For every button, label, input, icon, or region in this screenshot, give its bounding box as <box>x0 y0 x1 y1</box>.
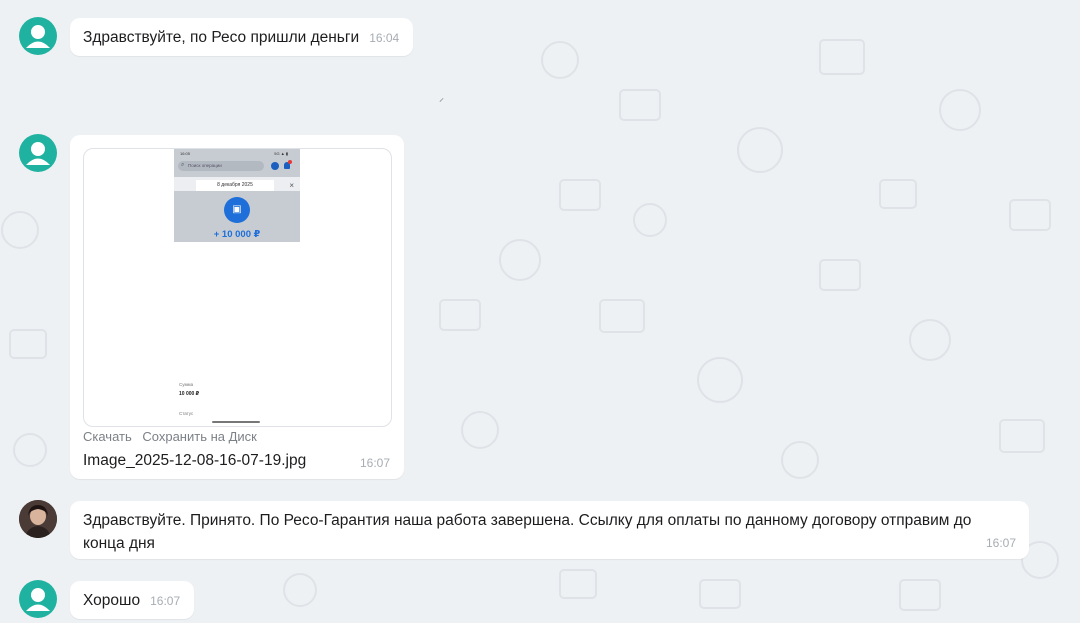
preview-status-time: 16:05 <box>180 151 191 156</box>
contact-avatar[interactable] <box>19 17 57 55</box>
user-silhouette-icon <box>26 142 50 165</box>
message-time: 16:07 <box>359 456 390 470</box>
preview-status-icons: 5G ▲ ▮ <box>274 151 288 156</box>
stray-mark: ⸝ <box>439 93 444 104</box>
image-preview[interactable]: 16:05 5G ▲ ▮ Поиск операции ⌕ 8 декабря … <box>83 148 392 427</box>
preview-sum-label: Сумма <box>179 382 194 387</box>
preview-amount: + 10 000 ₽ <box>213 229 261 240</box>
globe-icon <box>271 162 279 170</box>
message-time: 16:04 <box>369 31 400 45</box>
search-icon: ⌕ <box>181 162 185 168</box>
save-to-disk-link[interactable]: Сохранить на Диск <box>142 429 257 444</box>
contact-avatar[interactable] <box>19 134 57 172</box>
preview-search-bar: Поиск операции <box>178 161 264 171</box>
preview-date: 8 декабря 2025 <box>196 180 274 191</box>
message-text: Хорошо <box>83 592 141 609</box>
attachment-message-bubble: 16:05 5G ▲ ▮ Поиск операции ⌕ 8 декабря … <box>70 135 404 479</box>
message-text: Здравствуйте, по Ресо пришли деньги <box>83 29 360 46</box>
file-actions: Скачать Сохранить на Диск <box>83 429 264 444</box>
wallet-icon: ▣ <box>224 197 250 223</box>
operator-avatar[interactable] <box>19 500 57 538</box>
user-silhouette-icon <box>26 588 50 611</box>
preview-sum-value: 10 000 ₽ <box>179 391 200 397</box>
message-bubble[interactable]: Хорошо 16:07 <box>70 581 195 619</box>
close-icon: × <box>289 181 294 190</box>
preview-status-label: Статус <box>179 411 194 416</box>
file-name[interactable]: Image_2025-12-08-16-07-19.jpg <box>83 452 306 470</box>
message-time: 16:07 <box>150 594 181 608</box>
message-bubble[interactable]: Здравствуйте. Принято. По Ресо-Гарантия … <box>70 501 1029 559</box>
message-text: Здравствуйте. Принято. По Ресо-Гарантия … <box>83 512 972 552</box>
person-photo-icon <box>19 500 57 538</box>
notification-dot <box>288 160 292 164</box>
message-bubble[interactable]: Здравствуйте, по Ресо пришли деньги 16:04 <box>70 18 414 56</box>
download-link[interactable]: Скачать <box>83 429 132 444</box>
contact-avatar[interactable] <box>19 580 57 618</box>
message-time: 16:07 <box>985 536 1016 550</box>
preview-home-indicator <box>212 421 260 423</box>
user-silhouette-icon <box>26 25 50 48</box>
screenshot-thumbnail: 16:05 5G ▲ ▮ Поиск операции ⌕ 8 декабря … <box>174 149 300 242</box>
